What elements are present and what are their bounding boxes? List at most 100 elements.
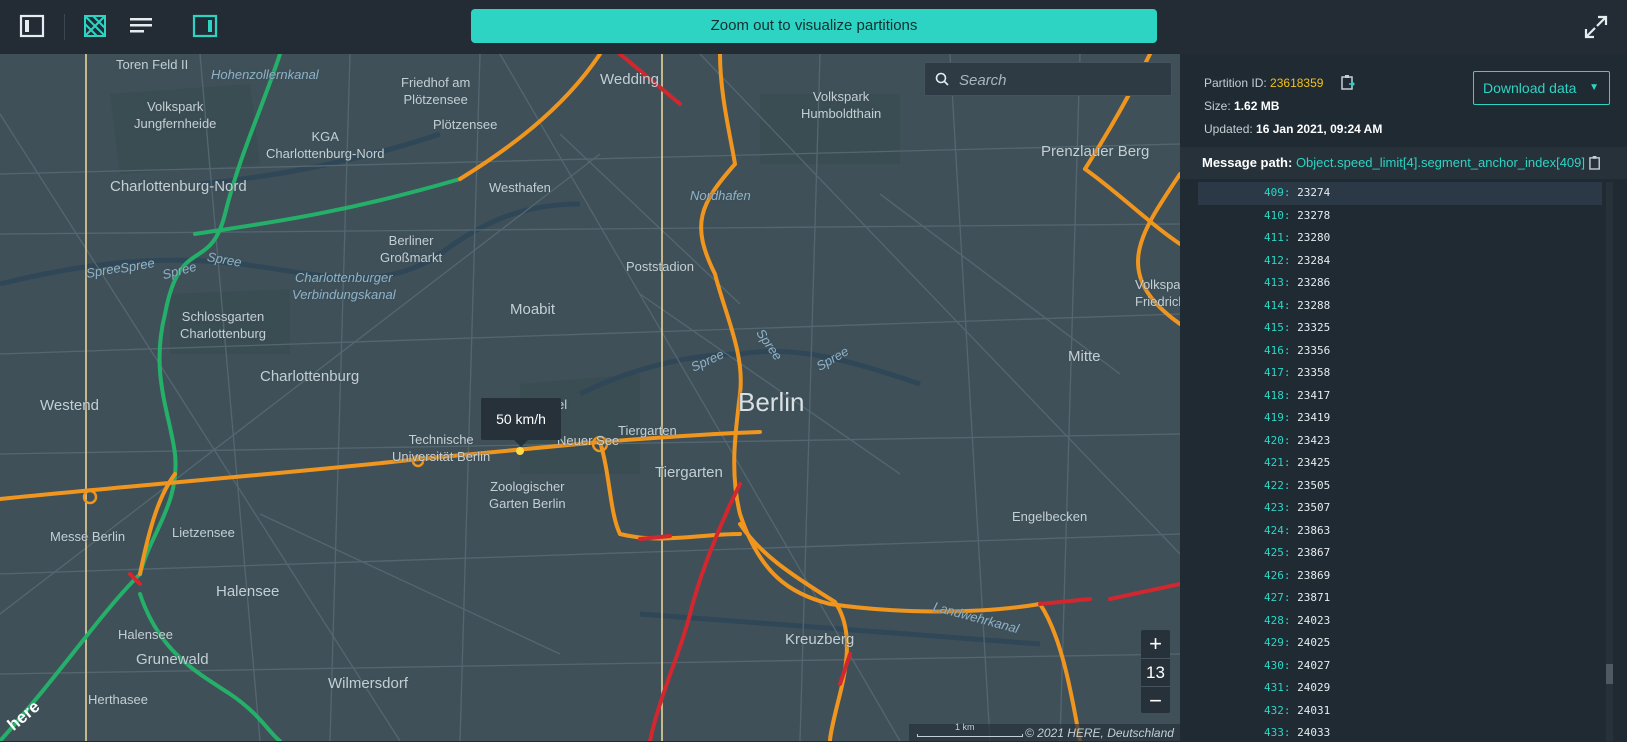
scrollbar-thumb[interactable] (1606, 664, 1613, 684)
sidebar-left-icon[interactable] (18, 12, 46, 40)
list-item[interactable]: 417: 23358 (1198, 362, 1602, 385)
list-item-index: 433 (1264, 726, 1284, 739)
list-item[interactable]: 425: 23867 (1198, 542, 1602, 565)
list-item[interactable]: 415: 23325 (1198, 317, 1602, 340)
list-item[interactable]: 423: 23507 (1198, 497, 1602, 520)
list-item[interactable]: 418: 23417 (1198, 385, 1602, 408)
list-item[interactable]: 413: 23286 (1198, 272, 1602, 295)
list-item-index: 417 (1264, 366, 1284, 379)
list-item-index: 431 (1264, 681, 1284, 694)
zoom-in-button[interactable]: + (1141, 630, 1170, 658)
list-icon[interactable] (127, 12, 155, 40)
list-item[interactable]: 427: 23871 (1198, 587, 1602, 610)
clipboard-icon[interactable] (1588, 155, 1602, 170)
download-data-button[interactable]: Download data ▼ (1473, 71, 1610, 105)
map-label-tiergarten: Tiergarten (655, 464, 723, 481)
list-item-index: 415 (1264, 321, 1284, 334)
list-item[interactable]: 409: 23274 (1198, 182, 1602, 205)
list-item-index: 419 (1264, 411, 1284, 424)
map-label-halensee-lake: Halensee (118, 627, 173, 642)
message-path-value[interactable]: Object.speed_limit[4].segment_anchor_ind… (1296, 155, 1585, 170)
list-item[interactable]: 412: 23284 (1198, 250, 1602, 273)
list-item[interactable]: 411: 23280 (1198, 227, 1602, 250)
clipboard-icon[interactable] (1341, 74, 1355, 90)
list-item-value: 24031 (1297, 703, 1331, 717)
list-item-index: 413 (1264, 276, 1284, 289)
list-item-value: 24025 (1297, 636, 1331, 649)
list-item[interactable]: 429: 24025 (1198, 632, 1602, 655)
search-input[interactable] (957, 63, 1166, 97)
list-item[interactable]: 414: 23288 (1198, 295, 1602, 318)
list-item[interactable]: 420: 23423 (1198, 430, 1602, 453)
list-item-value: 23288 (1297, 298, 1331, 312)
map-label-tiergarten-park: Tiergarten (618, 423, 677, 438)
updated-value: 16 Jan 2021, 09:24 AM (1256, 122, 1383, 136)
map-label-engelbecken: Engelbecken (1012, 509, 1088, 524)
message-path-bar: Message path: Object.speed_limit[4].segm… (1180, 147, 1627, 179)
list-item[interactable]: 422: 23505 (1198, 475, 1602, 498)
message-path-label: Message path: (1202, 155, 1293, 170)
list-item[interactable]: 428: 24023 (1198, 610, 1602, 633)
list-item-index: 411 (1264, 231, 1284, 244)
list-item[interactable]: 431: 24029 (1198, 677, 1602, 700)
list-item[interactable]: 426: 23869 (1198, 565, 1602, 588)
list-item-value: 23505 (1297, 478, 1331, 492)
list-item[interactable]: 433: 24033 (1198, 722, 1602, 742)
value-list: 409: 23274 410: 23278 411: 23280 412: 23284… (1198, 182, 1602, 742)
map-label-volkspark-jungfernheide: Volkspark Jungfernheide (134, 99, 217, 131)
list-item-value: 23358 (1297, 366, 1331, 379)
zoom-control: + 13 − (1141, 630, 1170, 713)
map-label-ploetzensee: Plötzensee (433, 117, 498, 132)
download-data-label: Download data (1483, 80, 1577, 96)
map-label-kreuzberg: Kreuzberg (785, 631, 855, 648)
map-view[interactable]: Toren Feld II Hohenzollernkanal Friedhof… (0, 54, 1180, 741)
map-label-messe: Messe Berlin (50, 529, 126, 544)
list-item-index: 424 (1264, 523, 1284, 537)
zoom-out-button[interactable]: − (1141, 687, 1170, 715)
map-label-lietzensee: Lietzensee (172, 525, 235, 540)
map-label-westend: Westend (40, 397, 99, 414)
map-label-schlossgarten: Schlossgarten Charlottenburg (180, 309, 266, 341)
size-label: Size: (1204, 99, 1231, 113)
list-item-index: 423 (1264, 501, 1284, 514)
fullscreen-icon[interactable] (1583, 14, 1609, 40)
partition-id-label: Partition ID: (1204, 76, 1267, 90)
map-search (924, 62, 1172, 97)
map-label-moabit: Moabit (510, 301, 556, 318)
scale-label: 1 km (955, 722, 975, 732)
list-item[interactable]: 419: 23419 (1198, 407, 1602, 430)
partition-layer-icon[interactable] (81, 12, 109, 40)
list-item-value: 23278 (1297, 208, 1331, 222)
list-item[interactable]: 416: 23356 (1198, 340, 1602, 363)
zoom-level: 13 (1141, 658, 1170, 687)
list-item[interactable]: 410: 23278 (1198, 205, 1602, 228)
list-item[interactable]: 432: 24031 (1198, 700, 1602, 723)
map-label-verbindungskanal: Charlottenburger Verbindungskanal (292, 270, 396, 302)
detail-panel: Partition ID: 23618359 Size: 1.62 MB Upd… (1180, 54, 1627, 741)
map-label-halensee: Halensee (216, 583, 280, 600)
list-item-index: 409 (1264, 186, 1284, 199)
map-label-mitte: Mitte (1068, 348, 1101, 365)
list-item-value: 23286 (1297, 276, 1331, 289)
list-item-value: 23274 (1297, 186, 1331, 199)
partition-id-value: 23618359 (1270, 76, 1324, 90)
list-item[interactable]: 421: 23425 (1198, 452, 1602, 475)
map-label-grunewald: Grunewald (136, 651, 209, 668)
selected-segment-marker (516, 447, 524, 455)
zoom-out-banner: Zoom out to visualize partitions (471, 9, 1157, 43)
list-item-value: 23356 (1297, 343, 1331, 357)
map-label-volkspark-friedrichshain: Volkspa Friedrichs (1135, 277, 1180, 309)
speed-limit-tooltip: 50 km/h (481, 398, 561, 447)
list-item[interactable]: 424: 23863 (1198, 520, 1602, 543)
map-label-neuer-see: Neuer See (557, 433, 620, 448)
sidebar-right-icon[interactable] (191, 12, 219, 40)
size-value: 1.62 MB (1234, 99, 1280, 113)
chevron-down-icon: ▼ (1589, 82, 1599, 93)
map-copyright[interactable]: © 2021 HERE, Deutschland (1025, 726, 1174, 740)
list-item-index: 430 (1264, 658, 1284, 672)
list-item[interactable]: 430: 24027 (1198, 655, 1602, 678)
list-scrollbar[interactable] (1606, 182, 1613, 741)
map-label-kga: KGA Charlottenburg-Nord (266, 129, 385, 161)
list-item-value: 23284 (1297, 253, 1331, 267)
list-item-index: 425 (1264, 546, 1284, 559)
